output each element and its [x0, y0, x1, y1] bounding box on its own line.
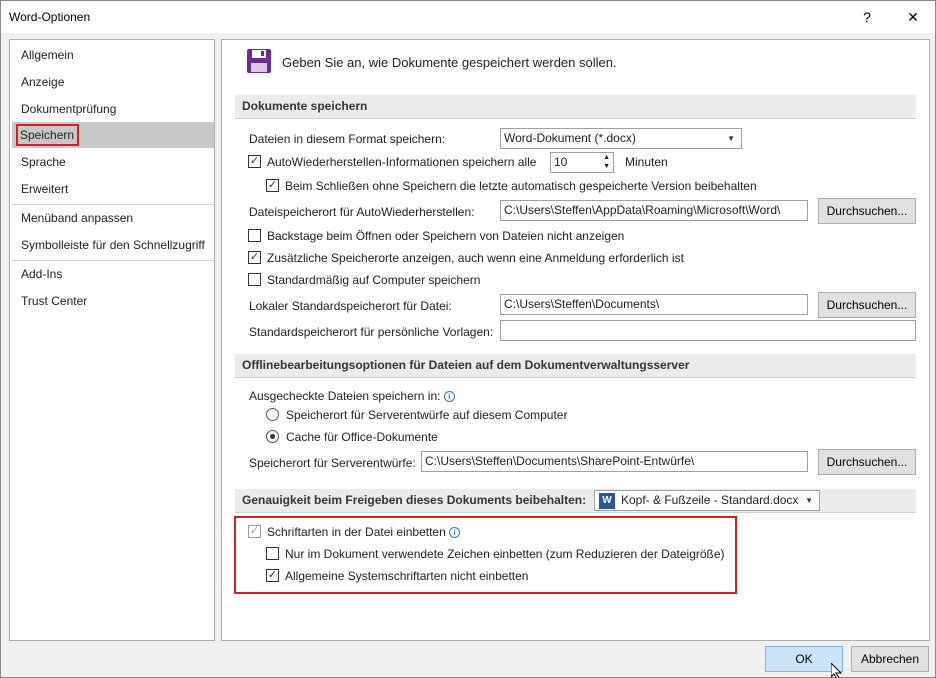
sidebar-item-label: Trust Center [21, 294, 88, 308]
save-disk-icon [246, 48, 272, 74]
mouse-cursor-icon [830, 661, 843, 678]
sidebar-item-dokumentpruefung[interactable]: Dokumentprüfung [12, 96, 214, 122]
local-default-label: Lokaler Standardspeicherort für Datei: [249, 299, 452, 313]
info-icon[interactable]: i [443, 391, 455, 402]
sidebar-item-label: Erweitert [21, 182, 69, 196]
section-header-offline: Offlinebearbeitungsoptionen für Dateien … [235, 354, 916, 378]
sidebar-item-label: Speichern [16, 124, 80, 146]
sidebar-item-label: Menüband anpassen [21, 211, 134, 225]
word-document-icon: W [599, 493, 615, 509]
checked-out-label: Ausgecheckte Dateien speichern in: i [249, 389, 455, 403]
help-button[interactable]: ? [847, 1, 887, 33]
radio-office-cache[interactable] [266, 430, 279, 443]
fidelity-header-text: Genauigkeit beim Freigeben dieses Dokume… [242, 493, 587, 507]
only-used-chars-label: Nur im Dokument verwendete Zeichen einbe… [285, 547, 725, 561]
additional-locations-label: Zusätzliche Speicherorte anzeigen, auch … [267, 251, 684, 265]
options-content: Geben Sie an, wie Dokumente gespeichert … [221, 39, 930, 641]
keep-last-version-checkbox[interactable]: ✓ [266, 179, 279, 192]
autorecover-location-label: Dateispeicherort für AutoWiederherstelle… [249, 205, 475, 219]
browse-local-default-button[interactable]: Durchsuchen... [818, 292, 916, 318]
close-icon: ✕ [907, 9, 919, 25]
format-value: Word-Dokument (*.docx) [504, 131, 636, 145]
backstage-checkbox[interactable] [248, 229, 261, 242]
title-bar: Word-Optionen ? ✕ [1, 1, 935, 33]
templates-input[interactable] [500, 320, 916, 341]
sidebar-item-allgemein[interactable]: Allgemein [12, 42, 214, 68]
sidebar-item-speichern[interactable]: Speichern [12, 122, 214, 148]
embed-fonts-checkbox[interactable]: ✓ [248, 525, 261, 538]
checked-out-text: Ausgecheckte Dateien speichern in: [249, 389, 441, 403]
sidebar-item-erweitert[interactable]: Erweitert [12, 176, 214, 202]
radio-server-drafts[interactable] [266, 408, 279, 421]
sidebar-item-label: Dokumentprüfung [21, 102, 117, 116]
additional-locations-checkbox[interactable]: ✓ [248, 251, 261, 264]
browse-autorecover-button[interactable]: Durchsuchen... [818, 198, 916, 224]
no-system-fonts-checkbox[interactable]: ✓ [266, 569, 279, 582]
format-dropdown[interactable]: Word-Dokument (*.docx) ▼ [500, 128, 742, 149]
sidebar-item-label: Anzeige [21, 75, 65, 89]
cancel-button[interactable]: Abbrechen [851, 646, 929, 672]
info-icon[interactable]: i [449, 527, 461, 538]
sidebar-item-addins[interactable]: Add-Ins [12, 261, 214, 287]
default-computer-checkbox[interactable] [248, 273, 261, 286]
keep-last-version-label: Beim Schließen ohne Speichern die letzte… [285, 179, 757, 193]
backstage-label: Backstage beim Öffnen oder Speichern von… [267, 229, 625, 243]
sidebar-item-label: Symbolleiste für den Schnellzugriff [21, 238, 205, 252]
autorecover-minutes-stepper[interactable]: 10 ▲ ▼ [550, 152, 614, 173]
sidebar-item-sprache[interactable]: Sprache [12, 149, 214, 175]
no-system-fonts-label: Allgemeine Systemschriftarten nicht einb… [285, 569, 529, 583]
format-label: Dateien in diesem Format speichern: [249, 132, 446, 146]
close-button[interactable]: ✕ [893, 1, 933, 33]
browse-server-drafts-button[interactable]: Durchsuchen... [818, 449, 916, 475]
sidebar-item-label: Add-Ins [21, 267, 63, 281]
intro-text: Geben Sie an, wie Dokumente gespeichert … [282, 55, 617, 70]
embed-fonts-text: Schriftarten in der Datei einbetten [267, 525, 446, 539]
default-computer-label: Standardmäßig auf Computer speichern [267, 273, 481, 287]
radio-server-drafts-label: Speicherort für Serverentwürfe auf diese… [286, 408, 568, 422]
sidebar-item-anzeige[interactable]: Anzeige [12, 69, 214, 95]
autorecover-label: AutoWiederherstellen-Informationen speic… [267, 155, 537, 169]
fidelity-document-dropdown[interactable]: W Kopf- & Fußzeile - Standard.docx ▼ [594, 490, 820, 511]
sidebar-item-label: Allgemein [21, 48, 74, 62]
dialog-title: Word-Optionen [9, 10, 91, 24]
server-drafts-label: Speicherort für Serverentwürfe: [249, 456, 416, 470]
sidebar-item-schnellzugriff[interactable]: Symbolleiste für den Schnellzugriff [12, 232, 214, 258]
sidebar-item-trust-center[interactable]: Trust Center [12, 288, 214, 314]
word-options-dialog: Word-Optionen ? ✕ Allgemein Anzeige Doku… [0, 0, 936, 678]
autorecover-location-input[interactable]: C:\Users\Steffen\AppData\Roaming\Microso… [500, 200, 808, 221]
local-default-input[interactable]: C:\Users\Steffen\Documents\ [500, 294, 808, 315]
options-sidebar: Allgemein Anzeige Dokumentprüfung Speich… [9, 39, 215, 641]
radio-office-cache-label: Cache für Office-Dokumente [286, 430, 438, 444]
minutes-label: Minuten [625, 155, 668, 169]
chevron-down-icon: ▼ [727, 134, 735, 143]
section-header-save-docs: Dokumente speichern [235, 95, 916, 119]
chevron-down-icon: ▼ [805, 496, 813, 505]
server-drafts-input[interactable]: C:\Users\Steffen\Documents\SharePoint-En… [421, 451, 808, 472]
templates-label: Standardspeicherort für persönliche Vorl… [249, 325, 494, 339]
autorecover-checkbox[interactable]: ✓ [248, 155, 261, 168]
embed-fonts-label: Schriftarten in der Datei einbetten i [267, 525, 461, 539]
only-used-chars-checkbox[interactable] [266, 547, 279, 560]
fidelity-document-value: Kopf- & Fußzeile - Standard.docx [621, 493, 799, 507]
stepper-arrows-icon: ▲ ▼ [603, 154, 610, 170]
sidebar-item-label: Sprache [21, 155, 66, 169]
minutes-value: 10 [554, 155, 568, 169]
sidebar-item-menueband[interactable]: Menüband anpassen [12, 205, 214, 231]
